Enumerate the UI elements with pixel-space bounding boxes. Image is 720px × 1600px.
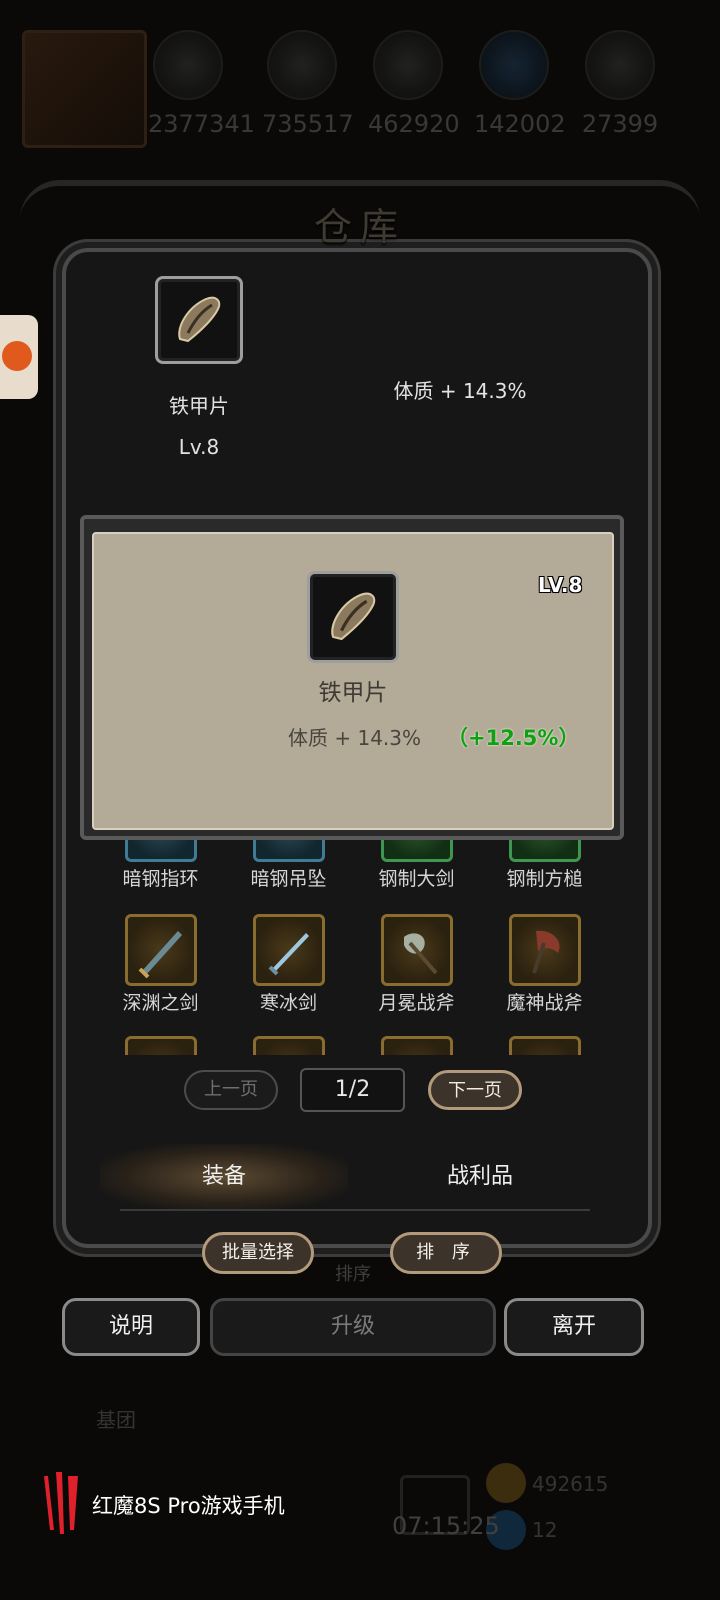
info-button[interactable]: 说明 [62, 1298, 200, 1356]
resource-wood-icon [267, 30, 337, 100]
grid-item-label: 深渊之剑 [122, 992, 199, 1014]
grid-item-label: 暗钢吊坠 [250, 868, 327, 890]
resource-value: 142002 [474, 110, 566, 138]
item-icon [124, 1036, 197, 1055]
resource-item: 142002 [474, 30, 566, 140]
grid-item[interactable] [353, 1036, 480, 1055]
resource-crystal-icon [479, 30, 549, 100]
background-section-label: 基团 [96, 1408, 136, 1432]
selected-item-name: 铁甲片 [169, 394, 229, 418]
grid-item[interactable]: 月冕战斧 [353, 914, 480, 1015]
tab-loot[interactable]: 战利品 [356, 1144, 604, 1210]
popup-item-stat: 体质 + 14.3% [288, 726, 422, 750]
popup-item-level: LV.8 [538, 573, 583, 597]
watermark-text: 红魔8S Pro游戏手机 [92, 1494, 285, 1518]
resource-value: 735517 [262, 110, 354, 138]
leave-button[interactable]: 离开 [504, 1298, 644, 1356]
grid-item[interactable]: 魔神战斧 [481, 914, 608, 1015]
resource-value: 27399 [581, 110, 659, 138]
resource-item: 735517 [262, 30, 354, 140]
grid-item-label: 暗钢指环 [122, 868, 199, 890]
next-page-button[interactable]: 下一页 [428, 1070, 522, 1110]
resource-item: 462920 [368, 30, 460, 140]
popup-item-name: 铁甲片 [318, 680, 388, 706]
background-clock: 07:15:25 [392, 1512, 500, 1540]
resource-iron-icon [585, 30, 655, 100]
gold-coin-icon [486, 1463, 526, 1503]
item-icon [508, 1036, 581, 1055]
selected-item-slot[interactable] [155, 276, 243, 364]
sort-button[interactable]: 排 序 [390, 1232, 502, 1274]
grid-item[interactable]: 寒冰剑 [225, 914, 352, 1015]
popup-item-slot [307, 571, 399, 663]
resource-item: 2377341 [148, 30, 255, 140]
red-magic-logo-icon [44, 1472, 78, 1534]
resource-orb-icon [153, 30, 223, 100]
armor-plate-icon [331, 592, 376, 641]
grid-item-label: 魔神战斧 [506, 992, 583, 1014]
item-icon [380, 1036, 453, 1055]
prev-page-button[interactable]: 上一页 [184, 1070, 278, 1110]
player-portrait[interactable] [22, 30, 147, 148]
upgrade-button[interactable]: 升级 [210, 1298, 496, 1356]
tab-equipment[interactable]: 装备 [100, 1144, 348, 1210]
resource-value: 2377341 [148, 110, 255, 138]
batch-select-button[interactable]: 批量选择 [202, 1232, 314, 1274]
grid-item[interactable]: 深渊之剑 [97, 914, 224, 1015]
gem-amount: 12 [532, 1518, 558, 1542]
grid-item[interactable] [225, 1036, 352, 1055]
grid-item[interactable] [481, 1036, 608, 1055]
side-pull-tab[interactable] [0, 315, 38, 399]
selected-item-level: Lv.8 [178, 435, 220, 459]
device-watermark: 红魔8S Pro游戏手机 [40, 1470, 360, 1540]
resource-bar: 2377341 735517 462920 142002 27399 [0, 30, 720, 148]
moon-axe-icon [380, 914, 453, 986]
pumpkin-icon [2, 341, 32, 371]
abyss-sword-icon [124, 914, 197, 986]
page-indicator: 1/2 [300, 1068, 405, 1112]
grid-item-label: 寒冰剑 [259, 992, 317, 1014]
panel-title: 仓库 [313, 205, 406, 249]
armor-plate-icon [178, 296, 221, 343]
item-icon [252, 1036, 325, 1055]
gold-amount: 492615 [532, 1472, 609, 1496]
resource-item: 27399 [580, 30, 660, 140]
resource-stone-icon [373, 30, 443, 100]
ice-sword-icon [252, 914, 325, 986]
grid-item-label: 钢制方槌 [506, 868, 583, 890]
background-sort-label: 排序 [335, 1264, 371, 1285]
selected-item-stat: 体质 + 14.3% [393, 379, 527, 403]
tab-divider [120, 1209, 590, 1211]
popup-stat-bonus: （+12.5%） [447, 726, 580, 750]
demon-axe-icon [508, 914, 581, 986]
grid-item-label: 钢制大剑 [378, 868, 455, 890]
item-grid: 暗钢指环 暗钢吊坠 钢制大剑 钢制方槌 深渊之剑 寒冰剑 月冕战斧 魔神战斧 [95, 830, 615, 1055]
resource-value: 462920 [368, 110, 460, 138]
grid-item-label: 月冕战斧 [378, 992, 455, 1014]
grid-item[interactable] [97, 1036, 224, 1055]
